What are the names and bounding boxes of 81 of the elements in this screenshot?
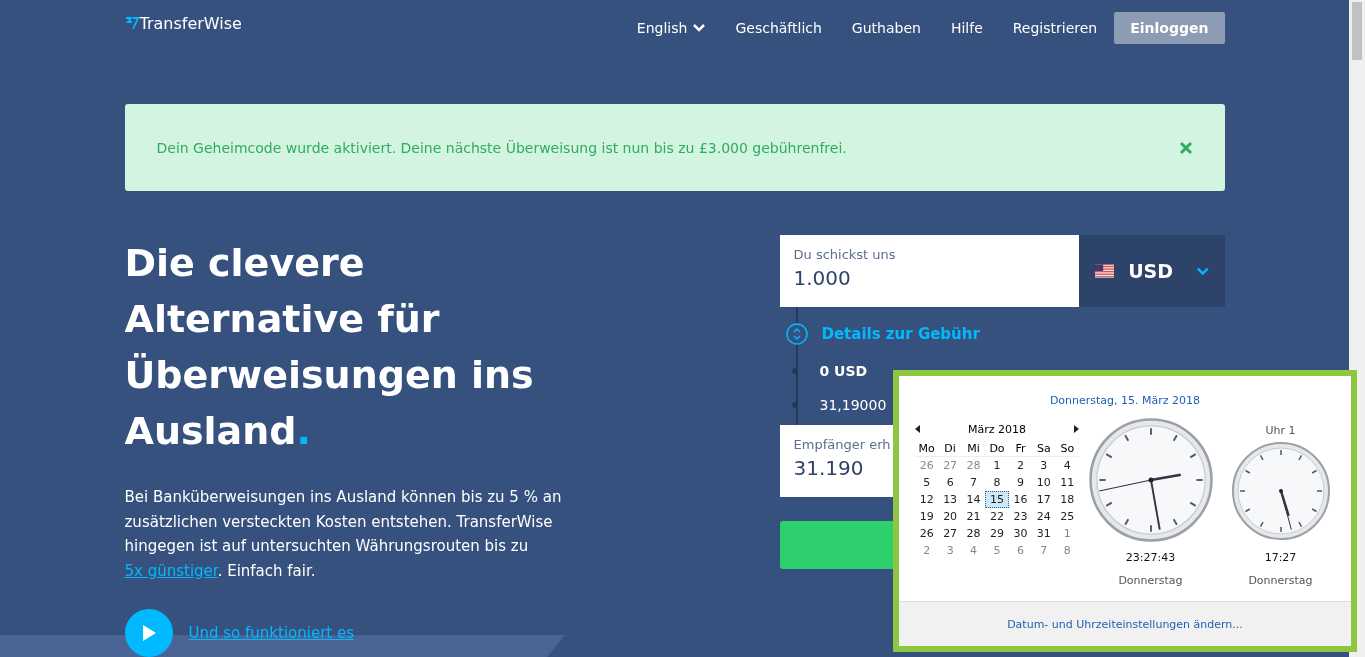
calendar-day[interactable]: 2	[1008, 457, 1033, 474]
play-icon	[140, 624, 157, 642]
date-title[interactable]: Donnerstag, 15. März 2018	[899, 394, 1351, 407]
weekday-label: So	[1055, 441, 1079, 457]
video-link[interactable]: Und so funktioniert es	[188, 624, 354, 642]
calendar-day[interactable]: 10	[1032, 474, 1056, 491]
calendar-day[interactable]: 28	[961, 457, 986, 474]
clock-time: 17:27	[1264, 551, 1297, 564]
calendar-day[interactable]: 29	[985, 525, 1009, 542]
calendar-day[interactable]: 3	[1032, 457, 1056, 474]
calendar-day[interactable]: 1	[985, 457, 1009, 474]
month-title: März 2018	[968, 422, 1026, 436]
currency-select[interactable]: USD	[1078, 235, 1225, 307]
weekday-label: Do	[985, 441, 1009, 457]
calendar-day[interactable]: 25	[1055, 508, 1079, 525]
weekday-label: Sa	[1032, 441, 1056, 457]
calendar-day[interactable]: 28	[961, 525, 986, 542]
calendar-day[interactable]: 31	[1032, 525, 1056, 542]
calendar-day[interactable]: 19	[915, 508, 939, 525]
calendar-day[interactable]: 24	[1032, 508, 1056, 525]
calendar-day[interactable]: 30	[1008, 525, 1033, 542]
next-month-icon[interactable]	[1074, 425, 1079, 433]
send-amount-field[interactable]: Du schickst uns 1.000	[779, 235, 1079, 307]
cheaper-link[interactable]: 5x günstiger	[124, 561, 218, 580]
calendar-day[interactable]: 16	[1008, 491, 1033, 508]
calendar-day[interactable]: 7	[961, 474, 986, 491]
weekday-label: Di	[938, 441, 962, 457]
calendar-day[interactable]: 27	[938, 457, 962, 474]
calendar-day[interactable]: 22	[985, 508, 1009, 525]
calendar-day[interactable]: 27	[938, 525, 962, 542]
calendar-day[interactable]: 2	[915, 542, 939, 559]
calendar-day[interactable]: 11	[1055, 474, 1079, 491]
exchange-rate: 31,19000	[819, 397, 887, 413]
nav-link[interactable]: Guthaben	[851, 20, 921, 36]
calendar-day[interactable]: 8	[985, 474, 1009, 491]
calendar-day[interactable]: 8	[1055, 542, 1079, 559]
calendar-day[interactable]: 12	[915, 491, 939, 508]
calendar-day[interactable]: 21	[961, 508, 986, 525]
fee-amount: 0 USD	[819, 363, 868, 379]
weekday-label: Mo	[915, 441, 939, 457]
calendar-day[interactable]: 1	[1055, 525, 1079, 542]
calendar-day[interactable]: 3	[938, 542, 962, 559]
nav-link[interactable]: Hilfe	[950, 20, 983, 36]
calendar-day[interactable]: 13	[938, 491, 962, 508]
calendar-day[interactable]: 26	[915, 525, 939, 542]
expand-icon[interactable]	[785, 323, 808, 345]
calendar-day[interactable]: 20	[938, 508, 962, 525]
clock-day: Donnerstag	[1248, 574, 1313, 587]
previous-month-icon[interactable]	[915, 425, 920, 433]
calendar-day[interactable]: 7	[1032, 542, 1056, 559]
chevron-down-icon	[693, 24, 706, 32]
weekday-label: Fr	[1008, 441, 1033, 457]
calendar-day[interactable]: 5	[915, 474, 939, 491]
clock-label: Uhr 1	[1265, 424, 1296, 437]
calendar-day[interactable]: 23	[1008, 508, 1033, 525]
calendar-day[interactable]: 26	[915, 457, 939, 474]
chevron-down-icon	[1197, 266, 1209, 276]
calendar-day[interactable]: 17	[1032, 491, 1056, 508]
hero-heading: Die clevere Alternative für Überweisungen ins Ausland.	[124, 240, 535, 455]
calendar-day[interactable]: 5	[985, 542, 1009, 559]
calendar-day[interactable]: 14	[961, 491, 986, 508]
calendar-day[interactable]: 6	[938, 474, 962, 491]
calendar-day[interactable]: 15	[985, 491, 1009, 508]
calendar-day[interactable]: 9	[1008, 474, 1033, 491]
us-flag-icon	[1094, 263, 1115, 279]
language-dropdown[interactable]: English	[636, 20, 706, 36]
calendar-day[interactable]: 4	[1055, 457, 1079, 474]
hero-paragraph: Bei Banküberweisungen ins Ausland können bis zu 5 % an zusätzlichen versteckten Kosten entstehen. TransferWise hingegen ist auf untersuchten Währungsrouten bis zu 5x günstiger. Einfach fair.	[124, 487, 563, 582]
logo-icon	[124, 16, 139, 30]
nav-link[interactable]: Registrieren	[1012, 20, 1098, 36]
alert-message: Dein Geheimcode wurde aktiviert. Deine nächste Überweisung ist nun bis zu £3.000 gebührenfrei.	[156, 139, 847, 156]
clock-day: Donnerstag	[1118, 574, 1183, 587]
weekday-label: Mi	[961, 441, 986, 457]
fee-details-toggle[interactable]: Details zur Gebühr	[821, 325, 980, 343]
calendar-day[interactable]: 18	[1055, 491, 1079, 508]
play-button[interactable]	[124, 609, 173, 657]
calendar-day[interactable]: 6	[1008, 542, 1033, 559]
calendar-day[interactable]: 4	[961, 542, 986, 559]
clock-time: 23:27:43	[1125, 551, 1176, 564]
nav-link[interactable]: Geschäftlich	[735, 20, 822, 36]
settings-link[interactable]: Datum- und Uhrzeiteinstellungen ändern...	[1007, 617, 1243, 631]
